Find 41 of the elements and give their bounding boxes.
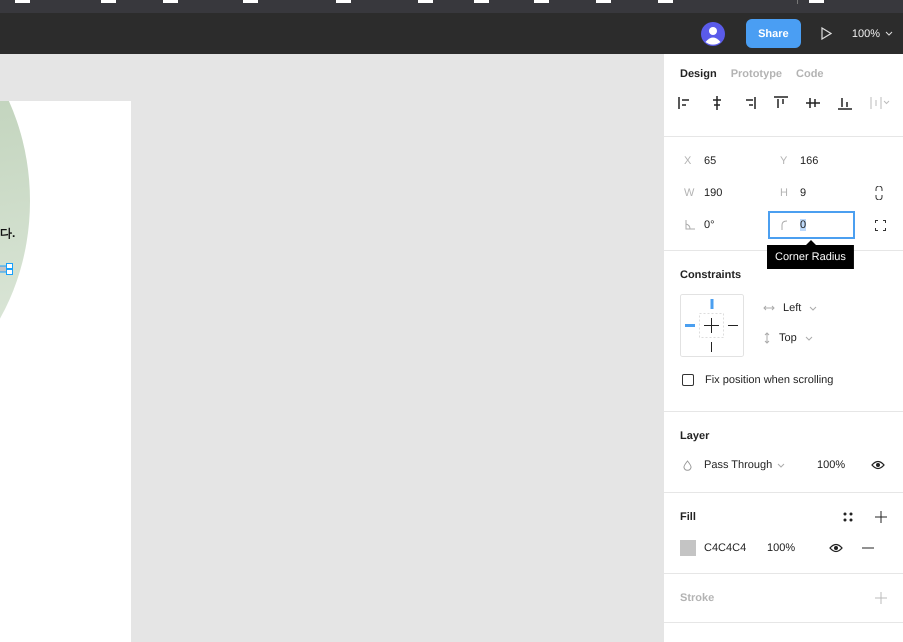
fill-hex-value[interactable]: C4C4C4 bbox=[704, 542, 767, 554]
constraints-widget[interactable] bbox=[680, 294, 744, 357]
property-field[interactable]: W 190 bbox=[680, 179, 768, 207]
horizontal-constraint-dropdown[interactable]: Left bbox=[763, 302, 818, 314]
section-title: Stroke bbox=[680, 592, 716, 604]
blend-mode-dropdown[interactable]: Pass Through bbox=[704, 459, 796, 471]
drop-icon bbox=[683, 460, 692, 470]
color-swatch[interactable] bbox=[680, 540, 696, 556]
caret-icon bbox=[809, 306, 818, 310]
vertical-constraint-dropdown[interactable]: Top bbox=[763, 332, 818, 344]
play-icon[interactable] bbox=[820, 27, 832, 40]
corner-radius-field[interactable]: 0 bbox=[768, 211, 855, 239]
fill-opacity[interactable]: 100% bbox=[767, 542, 829, 554]
checkbox[interactable] bbox=[682, 374, 694, 386]
eye-icon[interactable] bbox=[829, 543, 843, 553]
property-field[interactable]: H 9 bbox=[768, 179, 868, 207]
checkbox-label: Fix position when scrolling bbox=[705, 374, 834, 386]
panel-tab[interactable]: Design bbox=[680, 67, 717, 81]
frame-text: 다. bbox=[0, 225, 16, 242]
zoom-dropdown[interactable]: 100% bbox=[852, 28, 893, 40]
section-title: Fill bbox=[680, 511, 697, 523]
styles-icon[interactable] bbox=[843, 512, 853, 522]
caret-icon bbox=[777, 462, 786, 468]
caret-icon bbox=[804, 336, 813, 340]
tooltip: Corner Radius bbox=[767, 240, 854, 269]
layer-opacity[interactable]: 100% bbox=[817, 459, 850, 471]
property-field[interactable]: X 65 bbox=[680, 147, 768, 175]
constrain-proportions-icon[interactable] bbox=[875, 186, 883, 200]
property-field[interactable]: 0° bbox=[680, 211, 768, 239]
section-title: Constraints bbox=[680, 269, 742, 281]
selected-layer[interactable] bbox=[0, 263, 14, 275]
vertical-arrows-icon bbox=[763, 332, 771, 344]
caret-icon bbox=[885, 31, 893, 36]
avatar-icon[interactable] bbox=[700, 22, 725, 46]
add-icon[interactable] bbox=[875, 511, 887, 523]
independent-corners-icon[interactable] bbox=[875, 220, 886, 230]
eye-icon[interactable] bbox=[871, 460, 885, 470]
section-title: Layer bbox=[680, 430, 710, 442]
property-field[interactable]: Y 166 bbox=[768, 147, 868, 175]
angle-icon bbox=[684, 219, 696, 231]
horizontal-arrows-icon bbox=[763, 304, 775, 312]
